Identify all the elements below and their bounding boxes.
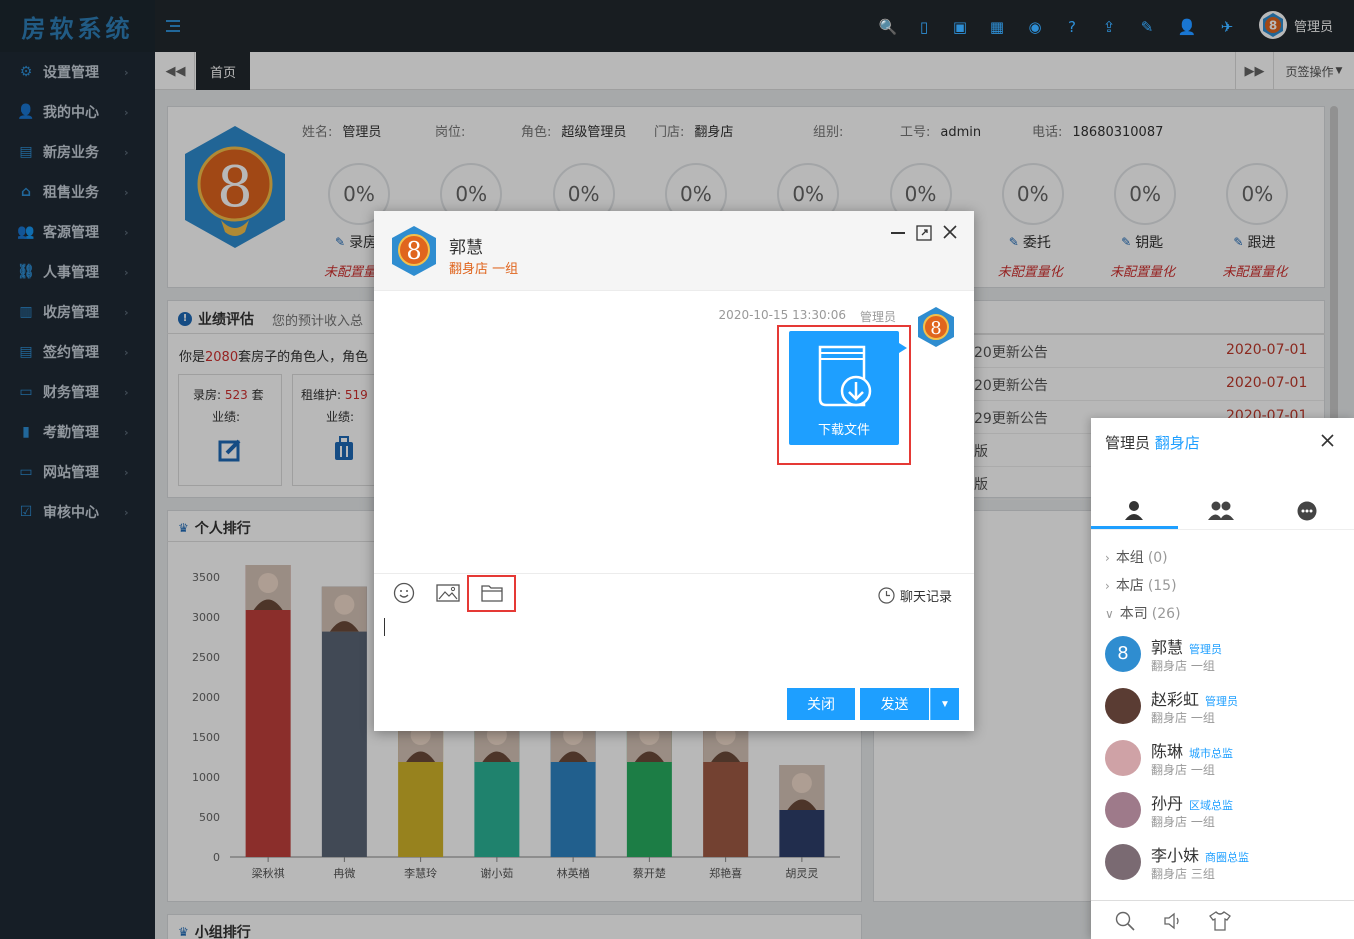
grid-icon[interactable]: ▦ (987, 17, 1007, 37)
im-user: 管理员 (1105, 434, 1151, 452)
caret-down-icon: ▼ (940, 698, 950, 710)
member-role: 城市总监 (1189, 747, 1234, 760)
im-panel: 管理员 翻身店 › 本组 (0) › 本店 (15) ∨ 本司 (26) 8 郭慧 管理员 翻身店 一… (1091, 418, 1354, 939)
edit-icon[interactable]: ✎ (1137, 17, 1157, 37)
chat-history-button[interactable]: 聊天记录 (878, 586, 952, 605)
group-label: 本店 (1115, 578, 1144, 594)
group-label: 本组 (1115, 550, 1144, 566)
search-icon[interactable] (1115, 911, 1135, 931)
member-avatar: 8 (1105, 636, 1141, 672)
group-count: (0) (1147, 550, 1168, 566)
member-store: 翻身店 一组 (1151, 763, 1215, 777)
send-options-button[interactable]: ▼ (930, 688, 959, 720)
message-input[interactable] (382, 613, 966, 683)
skin-icon[interactable] (1209, 911, 1231, 931)
group-label: 本司 (1119, 606, 1148, 622)
search-icon[interactable]: 🔍 (878, 17, 898, 37)
member-item[interactable]: 赵彩虹 管理员 翻身店 一组 (1105, 684, 1345, 730)
member-name-row: 郭慧 管理员 (1151, 634, 1222, 658)
contacts-tab-icon[interactable] (1124, 500, 1144, 520)
chat-dialog: 8 郭慧 翻身店 一组 2020-10-15 13:30:06 管理员 8 下载… (374, 211, 974, 731)
contact-group[interactable]: › 本店 (15) (1105, 575, 1177, 595)
upload-icon[interactable]: ⇪ (1099, 17, 1119, 37)
member-name: 陈琳 (1151, 742, 1184, 761)
contact-name: 郭慧 (449, 238, 483, 258)
user-icon[interactable]: 👤 (1177, 17, 1197, 37)
member-role: 区域总监 (1189, 799, 1234, 812)
chevron-right-icon: › (1105, 551, 1110, 565)
help-icon[interactable]: ? (1062, 17, 1082, 37)
member-role: 管理员 (1189, 643, 1223, 656)
member-item[interactable]: 孙丹 区域总监 翻身店 一组 (1105, 788, 1345, 834)
plane-icon[interactable]: ✈ (1217, 17, 1237, 37)
member-avatar (1105, 688, 1141, 724)
messages-tab-icon[interactable] (1297, 501, 1317, 521)
member-store: 翻身店 一组 (1151, 815, 1215, 829)
folder-icon[interactable] (481, 584, 503, 602)
member-name: 赵彩虹 (1151, 690, 1200, 709)
chevron-down-icon: ∨ (1105, 607, 1114, 621)
member-name-row: 陈琳 城市总监 (1151, 738, 1233, 762)
minimize-icon[interactable] (891, 232, 905, 234)
member-store: 翻身店 一组 (1151, 659, 1215, 673)
contact-avatar-icon: 8 (392, 226, 436, 276)
member-avatar (1105, 844, 1141, 880)
chat-history-label: 聊天记录 (900, 590, 953, 605)
member-item[interactable]: 8 郭慧 管理员 翻身店 一组 (1105, 632, 1345, 678)
file-message-bubble[interactable]: 下载文件 (789, 331, 899, 445)
divider (1091, 529, 1354, 530)
member-store: 翻身店 三组 (1151, 867, 1215, 881)
emoji-icon[interactable] (393, 582, 415, 604)
member-item[interactable]: 陈琳 城市总监 翻身店 一组 (1105, 736, 1345, 782)
mobile-icon[interactable]: ▯ (914, 17, 934, 37)
message-sender: 管理员 (860, 310, 897, 324)
im-store: 翻身店 (1154, 434, 1200, 452)
member-store: 翻身店 一组 (1151, 711, 1215, 725)
group-count: (15) (1147, 578, 1177, 594)
member-name-row: 孙丹 区域总监 (1151, 790, 1233, 814)
divider (374, 573, 974, 574)
close-icon[interactable] (1321, 434, 1334, 447)
close-button[interactable]: 关闭 (787, 688, 855, 720)
message-timestamp: 2020-10-15 13:30:06 (718, 308, 846, 322)
contact-card-icon[interactable]: ▣ (950, 17, 970, 37)
member-name-row: 赵彩虹 管理员 (1151, 686, 1238, 710)
svg-text:8: 8 (930, 318, 941, 339)
member-role: 管理员 (1205, 695, 1239, 708)
member-name: 孙丹 (1151, 794, 1184, 813)
clock-icon (878, 587, 895, 604)
member-avatar (1105, 792, 1141, 828)
member-name-row: 李小妹 商圈总监 (1151, 842, 1249, 866)
group-count: (26) (1151, 606, 1181, 622)
im-header: 管理员 翻身店 (1105, 432, 1200, 453)
member-name: 郭慧 (1151, 638, 1184, 657)
send-button[interactable]: 发送 (860, 688, 929, 720)
sound-icon[interactable] (1163, 911, 1183, 931)
member-item[interactable]: 李小妹 商圈总监 翻身店 三组 (1105, 840, 1345, 886)
contact-store: 翻身店 一组 (449, 262, 519, 277)
member-role: 商圈总监 (1205, 851, 1250, 864)
groups-tab-icon[interactable] (1207, 500, 1235, 520)
svg-text:8: 8 (406, 237, 421, 265)
file-download-icon (818, 345, 872, 407)
maximize-icon[interactable] (916, 225, 932, 241)
contact-group[interactable]: › 本组 (0) (1105, 547, 1168, 567)
chevron-right-icon: › (1105, 579, 1110, 593)
download-file-label: 下载文件 (817, 423, 870, 438)
member-name: 李小妹 (1151, 846, 1200, 865)
image-icon[interactable] (436, 584, 460, 602)
close-icon[interactable] (943, 225, 957, 239)
sender-avatar-icon: 8 (918, 307, 954, 347)
bubble-arrow (899, 343, 907, 353)
contact-group[interactable]: ∨ 本司 (26) (1105, 603, 1181, 623)
location-icon[interactable]: ◉ (1025, 17, 1045, 37)
im-footer (1091, 900, 1354, 939)
member-avatar (1105, 740, 1141, 776)
